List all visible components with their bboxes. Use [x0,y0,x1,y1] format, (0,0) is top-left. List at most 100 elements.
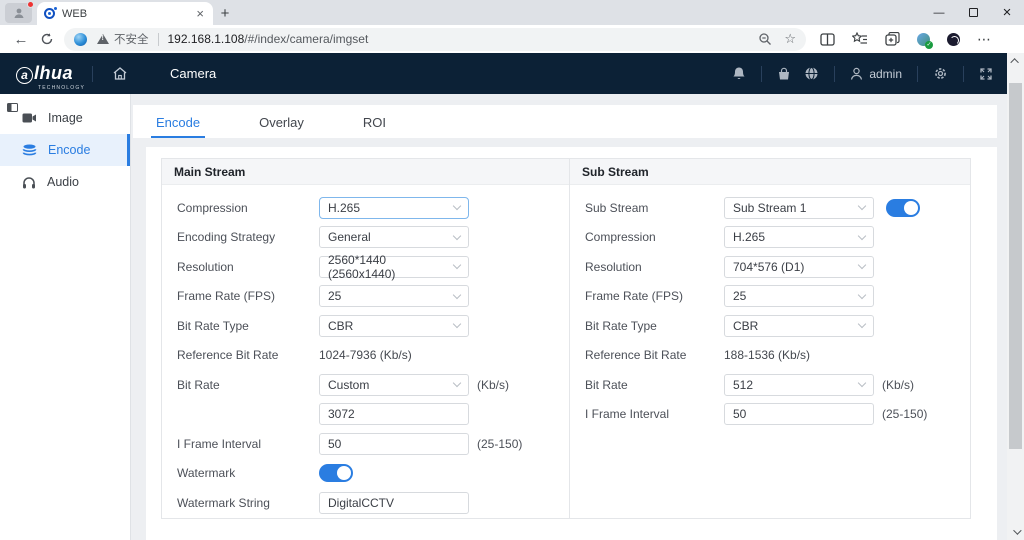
browser-profile-button[interactable] [5,3,32,23]
page-scrollbar[interactable] [1007,53,1024,540]
sidebar-item-encode[interactable]: Encode [0,134,130,166]
encoding-strategy-select[interactable]: General [319,226,469,248]
sub-bit-rate-select[interactable]: 512 [724,374,874,396]
sub-reference-bit-rate-value: 188-1536 (Kb/s) [724,348,810,362]
tab-roi[interactable]: ROI [358,115,391,138]
field-label: I Frame Interval [585,407,724,421]
site-favicon [44,8,55,19]
rewards-icon[interactable]: ✓ [917,33,930,46]
bit-rate-custom-input[interactable] [319,403,469,425]
favorites-bar-icon[interactable] [852,32,868,46]
bit-rate-type-select[interactable]: CBR [319,315,469,337]
field-label: Bit Rate [177,378,319,392]
field-label: Reference Bit Rate [585,348,724,362]
field-label: Compression [177,201,319,215]
compression-select[interactable]: H.265 [319,197,469,219]
new-tab-button[interactable]: + [213,2,237,25]
sub-i-frame-interval-range: (25-150) [882,407,927,421]
sub-frame-rate-select[interactable]: 25 [724,285,874,307]
favorite-star-icon[interactable]: ☆ [784,31,796,47]
browser-tab[interactable]: WEB × [37,2,213,25]
header-divider [92,66,93,82]
tab-encode[interactable]: Encode [151,115,205,138]
browser-tabstrip: WEB × + — × [0,0,1024,25]
settings-gear-icon[interactable] [933,66,948,81]
security-label: 不安全 [114,31,149,47]
frame-rate-select[interactable]: 25 [319,285,469,307]
sidebar-item-image[interactable]: Image [0,102,130,134]
sidebar-collapse-icon[interactable] [7,99,18,117]
field-row-sub-stream: Sub Stream Sub Stream 1 [570,193,970,223]
watermark-toggle[interactable] [319,464,353,482]
field-row-watermark-string: Watermark String [162,488,569,518]
scrollbar-thumb[interactable] [1009,83,1022,449]
tab-title: WEB [62,8,194,20]
url-host: 192.168.1.108 [168,32,245,46]
chevron-down-icon [858,320,866,328]
sub-frame-rate-value: 25 [733,289,746,303]
sidebar-item-label: Image [48,111,83,125]
sub-i-frame-interval-input[interactable] [724,403,874,425]
field-label: Bit Rate [585,378,724,392]
scrollbar-up-arrow[interactable] [1007,53,1024,69]
user-icon [850,67,863,81]
chevron-down-icon [858,232,866,240]
chevron-down-icon [453,202,461,210]
collections-icon[interactable] [885,32,900,46]
browser-window: WEB × + — × ← 不安全 192.168.1.108 /#/index… [0,0,1024,540]
bit-rate-select[interactable]: Custom [319,374,469,396]
resolution-select[interactable]: 2560*1440 (2560x1440) [319,256,469,278]
language-globe-icon[interactable] [804,66,819,81]
i-frame-interval-input[interactable] [319,433,469,455]
sub-resolution-select[interactable]: 704*576 (D1) [724,256,874,278]
chevron-down-icon [453,291,461,299]
sub-bit-rate-type-select[interactable]: CBR [724,315,874,337]
watermark-string-input[interactable] [319,492,469,514]
tab-overlay[interactable]: Overlay [254,115,309,138]
field-label: Watermark String [177,496,319,510]
chevron-down-icon [858,202,866,210]
frame-rate-value: 25 [328,289,341,303]
field-row-bit-rate-type: Bit Rate Type CBR [162,311,569,341]
field-label: Resolution [585,260,724,274]
home-icon[interactable] [112,66,128,81]
field-label: Compression [585,230,724,244]
notification-bell-icon[interactable] [732,66,746,81]
tab-close-icon[interactable]: × [194,7,206,20]
sub-stream-toggle[interactable] [886,199,920,217]
sidebar-item-audio[interactable]: Audio [0,166,130,198]
zoom-search-icon[interactable] [758,32,772,46]
profile-notification-dot [27,1,34,8]
sub-bit-rate-unit: (Kb/s) [882,378,914,392]
rewards-check-badge: ✓ [925,41,933,49]
toolbar-icons: ✓ ⋯ [820,31,992,48]
maximize-button[interactable] [956,0,990,25]
user-menu[interactable]: admin [850,67,902,81]
reference-bit-rate-value: 1024-7936 (Kb/s) [319,348,412,362]
address-bar[interactable]: 不安全 192.168.1.108 /#/index/camera/imgset… [64,28,806,51]
field-label: Reference Bit Rate [177,348,319,362]
store-basket-icon[interactable] [777,67,791,81]
scrollbar-down-arrow[interactable] [1007,524,1024,540]
minimize-button[interactable]: — [922,0,956,25]
field-label: Sub Stream [585,201,724,215]
browser-essentials-icon[interactable] [947,33,960,46]
field-label: I Frame Interval [177,437,319,451]
chevron-down-icon [453,379,461,387]
back-button[interactable]: ← [8,27,34,51]
refresh-button[interactable] [34,27,60,51]
field-row-reference-bit-rate: Reference Bit Rate 188-1536 (Kb/s) [570,341,970,371]
split-screen-icon[interactable] [820,33,835,46]
chevron-down-icon [453,232,461,240]
sub-compression-select[interactable]: H.265 [724,226,874,248]
encode-layers-icon [22,144,37,157]
sub-stream-select[interactable]: Sub Stream 1 [724,197,874,219]
field-row-bit-rate: Bit Rate Custom (Kb/s) [162,370,569,400]
nav-item-camera[interactable]: Camera [170,66,216,81]
settings-more-icon[interactable]: ⋯ [977,31,992,48]
sub-bit-rate-type-value: CBR [733,319,758,333]
window-close-button[interactable]: × [990,0,1024,25]
fullscreen-icon[interactable] [979,67,993,81]
chevron-down-icon [453,261,461,269]
sub-resolution-value: 704*576 (D1) [733,260,804,274]
